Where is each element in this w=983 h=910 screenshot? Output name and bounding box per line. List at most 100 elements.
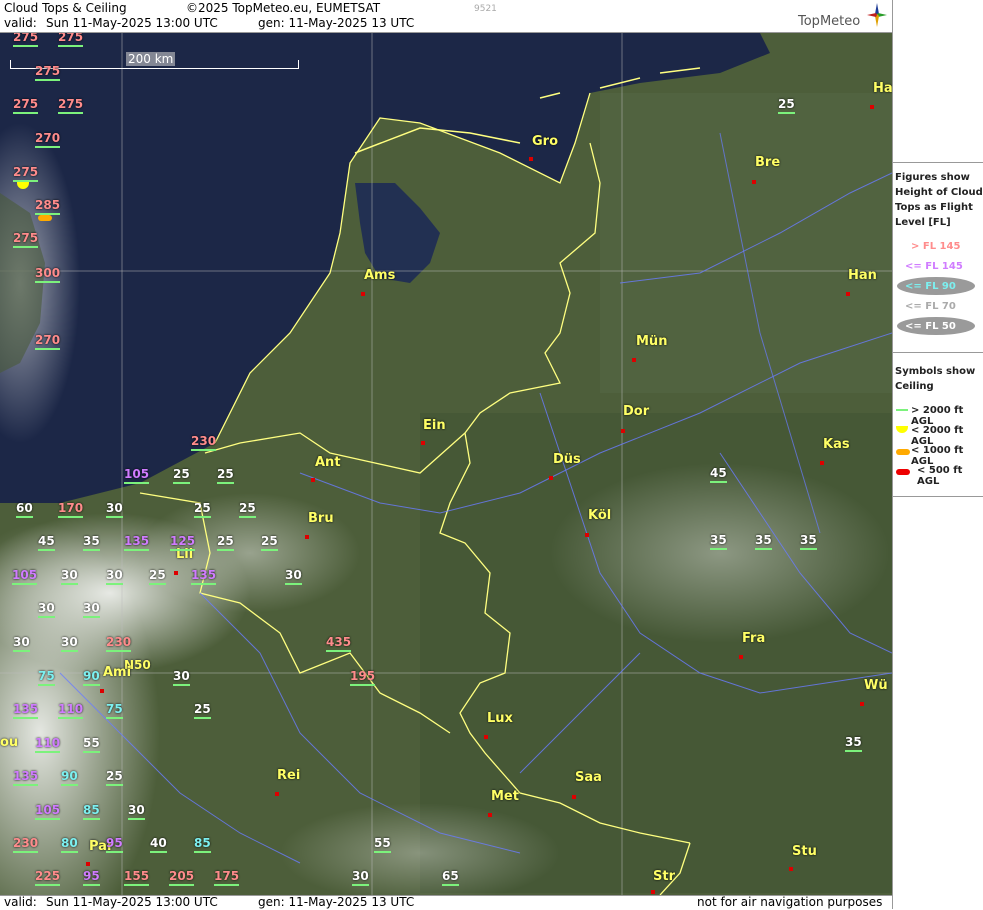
valid-label: valid: xyxy=(4,16,37,30)
city-marker xyxy=(621,429,625,433)
flight-level-value: 30 xyxy=(38,601,55,618)
flight-level-value: 25 xyxy=(217,467,234,484)
flight-level-value: 90 xyxy=(61,769,78,786)
city-label-gro: Gro xyxy=(532,134,559,149)
flight-level-value: 275 xyxy=(13,231,39,248)
city-marker xyxy=(311,478,315,482)
flight-level-value: 230 xyxy=(191,434,217,451)
city-label-dor: Dor xyxy=(623,404,650,419)
city-marker xyxy=(789,867,793,871)
flight-level-value: 60 xyxy=(16,501,33,518)
city-label-rei: Rei xyxy=(277,768,301,783)
flight-level-value: 30 xyxy=(61,568,78,585)
legend-ceiling-item: < 500 ft AGL xyxy=(917,465,963,487)
legend-panel: Figures show Height of Cloud Tops as Fli… xyxy=(892,0,983,909)
satellite-map[interactable]: 200 km N50 Gro Bre Ha Ams Han Mün Dor Ein Ant Düs… xyxy=(0,33,892,895)
flight-level-value: 25 xyxy=(194,501,211,518)
flight-level-value: 30 xyxy=(173,669,190,686)
image-code: 9521 xyxy=(474,4,497,14)
legend-ceiling-symbol xyxy=(896,469,910,475)
footer-valid-time: Sun 11-May-2025 13:00 UTC xyxy=(46,895,218,909)
city-marker xyxy=(632,358,636,362)
legend-divider xyxy=(893,352,983,353)
city-label-ou: ou xyxy=(0,735,19,750)
flight-level-value: 25 xyxy=(194,702,211,719)
flight-level-value: 275 xyxy=(13,33,39,47)
city-marker xyxy=(846,292,850,296)
flight-level-value: 105 xyxy=(12,568,38,585)
flight-level-value: 275 xyxy=(58,33,84,47)
header-bar: Cloud Tops & Ceiling ©2025 TopMeteo.eu, … xyxy=(0,0,892,33)
ceiling-below-1000-symbol xyxy=(38,215,52,221)
city-marker xyxy=(752,180,756,184)
flight-level-value: 275 xyxy=(58,97,84,114)
city-marker xyxy=(549,476,553,480)
legend-fl-item: <= FL 70 xyxy=(905,301,956,312)
city-marker xyxy=(174,571,178,575)
flight-level-value: 30 xyxy=(61,635,78,652)
flight-level-value: 155 xyxy=(124,869,150,886)
flight-level-value: 90 xyxy=(83,669,100,686)
compass-logo-icon xyxy=(867,3,887,27)
flight-level-value: 40 xyxy=(150,836,167,853)
flight-level-value: 25 xyxy=(106,769,123,786)
legend-ceiling-item: < 1000 ft AGL xyxy=(911,445,964,467)
flight-level-value: 75 xyxy=(38,669,55,686)
flight-level-value: 25 xyxy=(217,534,234,551)
city-label-saa: Saa xyxy=(575,770,602,785)
flight-level-value: 270 xyxy=(35,333,61,350)
flight-level-value: 55 xyxy=(374,836,391,853)
city-label-mün: Mün xyxy=(636,334,668,349)
city-marker xyxy=(529,157,533,161)
flight-level-value: 65 xyxy=(442,869,459,886)
legend-ceiling-item: < 2000 ft AGL xyxy=(911,425,964,447)
city-label-ant: Ant xyxy=(315,455,341,470)
scale-label: 200 km xyxy=(126,52,176,66)
footer-generated-time: gen: 11-May-2025 13 UTC xyxy=(258,895,415,909)
city-marker xyxy=(860,702,864,706)
city-label-wü: Wü xyxy=(864,678,888,693)
flight-level-value: 225 xyxy=(35,869,61,886)
flight-level-value: 135 xyxy=(124,534,150,551)
flight-level-value: 30 xyxy=(106,501,123,518)
flight-level-value: 30 xyxy=(13,635,30,652)
city-marker xyxy=(585,533,589,537)
disclaimer-text: not for air navigation purposes xyxy=(697,895,883,909)
flight-level-value: 170 xyxy=(58,501,84,518)
legend-ceiling-symbol xyxy=(896,426,908,433)
generated-time: gen: 11-May-2025 13 UTC xyxy=(258,16,415,30)
flight-level-value: 300 xyxy=(35,266,61,283)
city-label-ha: Ha xyxy=(873,81,892,96)
flight-level-value: 135 xyxy=(13,702,39,719)
legend-ceiling-symbol xyxy=(896,449,910,455)
footer-bar: valid: Sun 11-May-2025 13:00 UTC gen: 11… xyxy=(0,895,892,910)
city-label-han: Han xyxy=(848,268,877,283)
brand-logo-text[interactable]: TopMeteo xyxy=(798,14,860,29)
flight-level-value: 35 xyxy=(83,534,100,551)
flight-level-value: 135 xyxy=(13,769,39,786)
flight-level-value: 95 xyxy=(106,836,123,853)
flight-level-value: 85 xyxy=(83,803,100,820)
city-marker xyxy=(870,105,874,109)
city-marker xyxy=(421,441,425,445)
city-marker xyxy=(572,795,576,799)
flight-level-value: 30 xyxy=(83,601,100,618)
flight-level-value: 110 xyxy=(35,736,61,753)
flight-level-value: 275 xyxy=(13,97,39,114)
flight-level-value: 270 xyxy=(35,131,61,148)
flight-level-value: 110 xyxy=(58,702,84,719)
city-marker xyxy=(305,535,309,539)
city-label-ams: Ams xyxy=(364,268,396,283)
city-marker xyxy=(275,792,279,796)
flight-level-value: 125 xyxy=(170,534,196,551)
legend-fl-item: <= FL 145 xyxy=(905,261,963,272)
flight-level-value: 135 xyxy=(191,568,217,585)
city-label-düs: Düs xyxy=(553,452,581,467)
flight-level-value: 205 xyxy=(169,869,195,886)
copyright-text: ©2025 TopMeteo.eu, EUMETSAT xyxy=(186,1,381,15)
legend-divider xyxy=(893,162,983,163)
flight-level-value: 105 xyxy=(124,467,150,484)
flight-level-value: 30 xyxy=(352,869,369,886)
city-label-lux: Lux xyxy=(487,711,513,726)
legend-divider xyxy=(893,496,983,497)
